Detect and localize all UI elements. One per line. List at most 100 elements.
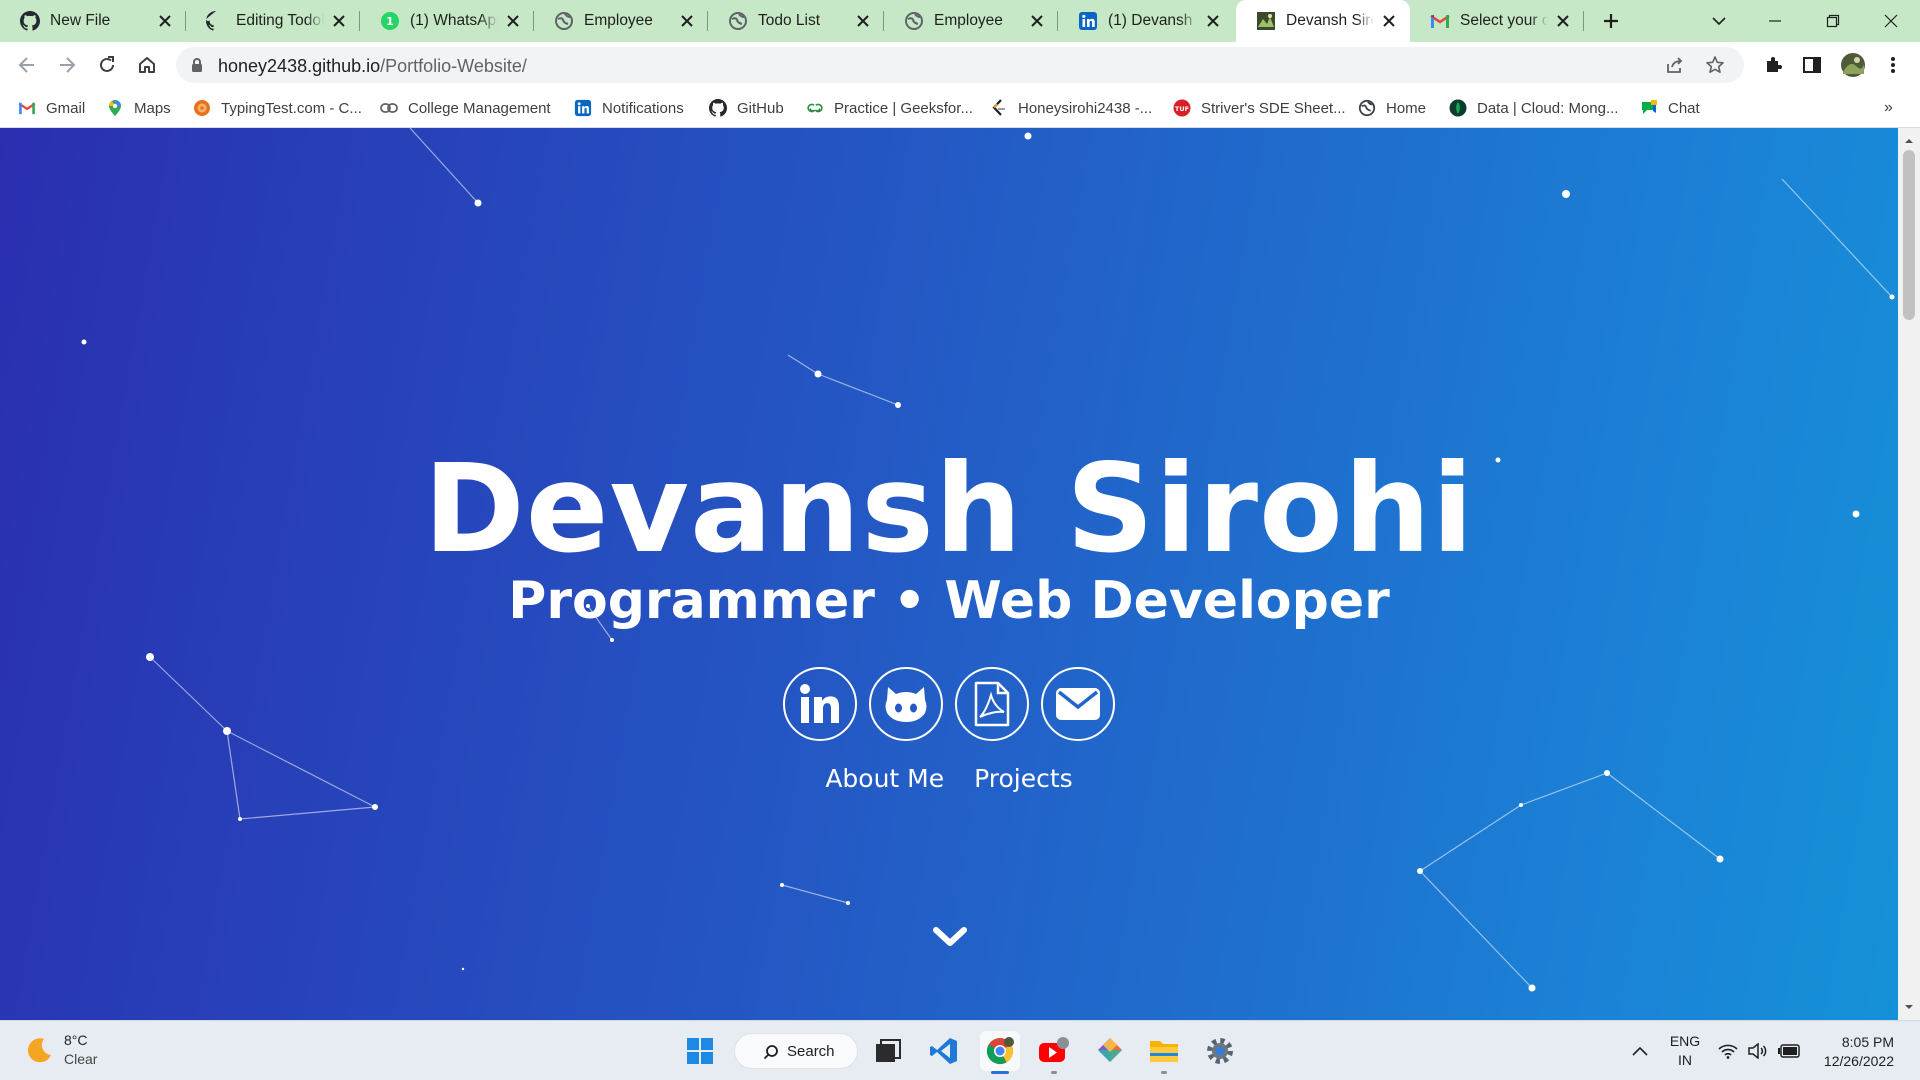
tab-todo-list[interactable]: Todo List <box>708 0 884 42</box>
minimize-button[interactable] <box>1760 6 1790 36</box>
chrome-taskbar-button[interactable] <box>980 1031 1020 1074</box>
about-me-link[interactable]: About Me <box>825 764 944 793</box>
new-tab-button[interactable] <box>1599 9 1623 33</box>
bookmark-typingtest[interactable]: TypingTest.com - C... <box>193 97 362 119</box>
close-tab-icon[interactable] <box>1554 12 1572 30</box>
email-link[interactable] <box>1041 667 1115 741</box>
linkedin-link[interactable] <box>783 667 857 741</box>
portfolio-hero: Devansh Sirohi Programmer • Web Develope… <box>0 128 1898 1020</box>
weather-widget[interactable]: 8°C Clear <box>24 1031 97 1069</box>
bookmark-notifications[interactable]: Notifications <box>574 97 684 119</box>
leetcode-icon <box>990 99 1008 117</box>
close-tab-icon[interactable] <box>678 12 696 30</box>
whatsapp-icon: 1 <box>380 11 400 31</box>
tab-employee-2[interactable]: Employee <box>884 0 1058 42</box>
vscode-taskbar-button[interactable] <box>924 1031 964 1071</box>
close-tab-icon[interactable] <box>1380 12 1398 30</box>
chrome-icon <box>986 1037 1014 1065</box>
close-icon <box>1884 14 1898 28</box>
bookmark-mongodb[interactable]: Data | Cloud: Mong... <box>1449 97 1618 119</box>
tab-whatsapp[interactable]: 1 (1) WhatsApp <box>360 0 534 42</box>
tab-linkedin[interactable]: (1) Devansh Sirohi <box>1058 0 1234 42</box>
close-tab-icon[interactable] <box>330 12 348 30</box>
system-clock[interactable]: 8:05 PM 12/26/2022 <box>1820 1033 1894 1071</box>
taskbar-search-label: Search <box>787 1042 835 1060</box>
github-icon <box>709 99 727 117</box>
chevron-up-icon <box>1632 1046 1648 1056</box>
task-view-button[interactable] <box>868 1031 908 1071</box>
settings-gear-icon <box>1207 1038 1233 1064</box>
close-tab-icon[interactable] <box>156 12 174 30</box>
bookmark-label: College Management <box>408 99 551 117</box>
tab-employee-1[interactable]: Employee <box>534 0 708 42</box>
tab-portfolio-active[interactable]: Devansh Sirohi <box>1236 0 1410 42</box>
taskbar-search[interactable]: Search <box>734 1033 858 1069</box>
globe-icon <box>904 11 924 31</box>
profile-avatar[interactable] <box>1838 50 1868 80</box>
lock-icon[interactable] <box>191 57 203 78</box>
resume-pdf-link[interactable] <box>955 667 1029 741</box>
extensions-button[interactable] <box>1758 50 1788 80</box>
settings-taskbar-button[interactable] <box>1200 1031 1240 1071</box>
back-button[interactable] <box>12 50 42 80</box>
bookmark-chat[interactable]: Chat <box>1640 97 1700 119</box>
weather-temperature: 8°C <box>64 1032 88 1048</box>
restore-button[interactable] <box>1818 6 1848 36</box>
gfg-icon <box>806 99 824 117</box>
side-panel-button[interactable] <box>1797 50 1827 80</box>
tab-gmail[interactable]: Select your one <box>1410 0 1584 42</box>
github-link[interactable] <box>869 667 943 741</box>
restore-icon <box>1826 14 1840 28</box>
bookmark-label: Gmail <box>46 99 86 117</box>
close-window-button[interactable] <box>1876 6 1906 36</box>
email-icon <box>1056 688 1100 720</box>
maps-icon <box>106 99 124 117</box>
url-path: /Portfolio-Website/ <box>380 56 527 76</box>
clock-date: 12/26/2022 <box>1823 1053 1894 1069</box>
language-indicator[interactable]: ENG IN <box>1668 1021 1702 1080</box>
close-tab-icon[interactable] <box>504 12 522 30</box>
battery-icon[interactable] <box>1778 1021 1802 1080</box>
colorful-app-taskbar-button[interactable] <box>1090 1031 1130 1071</box>
plus-icon <box>1604 14 1618 28</box>
reload-button[interactable] <box>92 50 122 80</box>
bookmark-leetcode[interactable]: Honeysirohi2438 -... <box>990 97 1152 119</box>
bookmark-strivers-sheet[interactable]: TUF Striver's SDE Sheet... <box>1173 97 1346 119</box>
close-tab-icon[interactable] <box>854 12 872 30</box>
url-text[interactable]: honey2438.github.io/Portfolio-Website/ <box>218 56 527 77</box>
show-hidden-icons-button[interactable] <box>1632 1021 1648 1080</box>
bookmark-college-management[interactable]: College Management <box>380 97 551 119</box>
bookmark-label: Notifications <box>602 99 684 117</box>
bookmark-github[interactable]: GitHub <box>709 97 784 119</box>
bookmark-maps[interactable]: Maps <box>106 97 171 119</box>
forward-button[interactable] <box>52 50 82 80</box>
tab-search-button[interactable] <box>1704 6 1734 36</box>
home-button[interactable] <box>132 50 162 80</box>
scrollbar-thumb[interactable] <box>1903 150 1915 320</box>
close-tab-icon[interactable] <box>1204 12 1222 30</box>
bookmark-gmail[interactable]: Gmail <box>18 97 85 119</box>
bookmark-star-icon[interactable] <box>1704 54 1726 76</box>
svg-text:TUF: TUF <box>1175 105 1189 113</box>
address-bar[interactable]: honey2438.github.io/Portfolio-Website/ <box>176 47 1744 83</box>
scroll-down-chevron-icon[interactable] <box>932 926 968 953</box>
tab-title: Select your one <box>1460 12 1548 29</box>
tab-new-file[interactable]: New File <box>0 0 186 42</box>
bookmark-home[interactable]: Home <box>1358 97 1426 119</box>
bookmark-label: TypingTest.com - C... <box>221 99 362 117</box>
page-scrollbar[interactable] <box>1898 128 1920 1020</box>
language-code: ENG <box>1669 1033 1701 1049</box>
volume-icon[interactable] <box>1748 1021 1768 1080</box>
start-button[interactable] <box>680 1031 720 1071</box>
share-icon[interactable] <box>1664 54 1686 76</box>
bookmark-geeksforgeeks[interactable]: Practice | Geeksfor... <box>806 97 973 119</box>
file-explorer-taskbar-button[interactable] <box>1144 1031 1184 1074</box>
wifi-icon[interactable] <box>1718 1021 1738 1080</box>
youtube-taskbar-button[interactable] <box>1034 1031 1074 1074</box>
browser-menu-button[interactable] <box>1878 50 1908 80</box>
bookmarks-overflow-button[interactable]: » <box>1884 97 1893 119</box>
projects-link[interactable]: Projects <box>974 764 1073 793</box>
tab-title: Editing TodoList <box>236 12 324 29</box>
close-tab-icon[interactable] <box>1028 12 1046 30</box>
tab-editing-todolist[interactable]: Editing TodoList <box>186 0 360 42</box>
